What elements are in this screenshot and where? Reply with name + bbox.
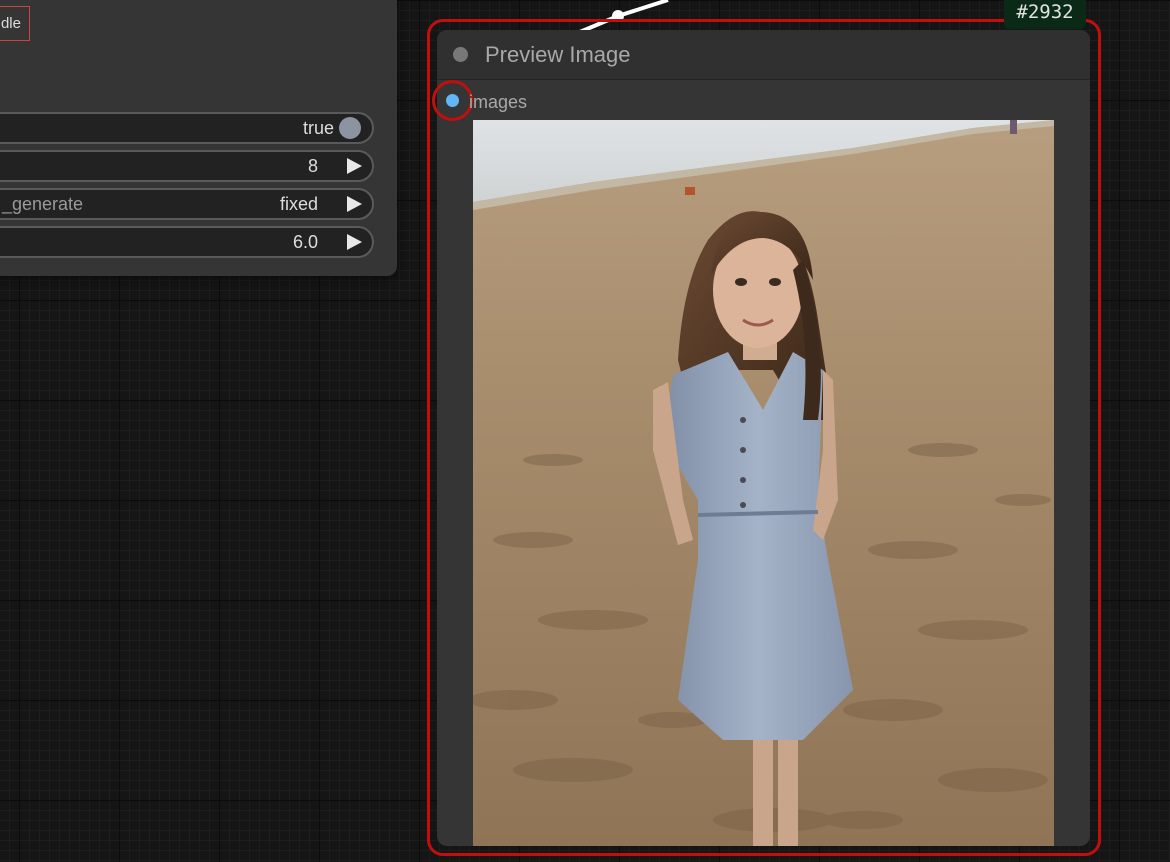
widget-label: _generate: [2, 194, 84, 214]
widget-value: 8: [307, 156, 318, 176]
node-title-bar[interactable]: Preview Image: [437, 30, 1090, 80]
input-slot-label: images: [469, 92, 528, 112]
widget-number-cfg[interactable]: 6.0: [0, 226, 374, 258]
widget-toggle-1[interactable]: true: [0, 112, 374, 144]
next-option-arrow-icon[interactable]: [347, 196, 362, 212]
widget-combo-control-after-generate[interactable]: _generate fixed: [0, 188, 374, 220]
collapse-dot-icon[interactable]: [453, 47, 468, 62]
node-badge: dle: [0, 6, 30, 41]
increment-arrow-icon[interactable]: [347, 234, 362, 250]
widget-value: true: [302, 118, 334, 138]
input-slot-images-dot[interactable]: [446, 94, 459, 107]
preview-image[interactable]: [473, 120, 1054, 846]
widget-value: 6.0: [292, 232, 318, 252]
widget-number-steps[interactable]: 8: [0, 150, 374, 182]
generated-image-preview-icon: [473, 120, 1054, 846]
node-title: Preview Image: [485, 42, 631, 67]
increment-arrow-icon[interactable]: [347, 158, 362, 174]
widget-value: fixed: [279, 194, 318, 214]
toggle-knob-icon[interactable]: [339, 117, 361, 139]
node-id-badge: #2932: [1004, 0, 1086, 29]
